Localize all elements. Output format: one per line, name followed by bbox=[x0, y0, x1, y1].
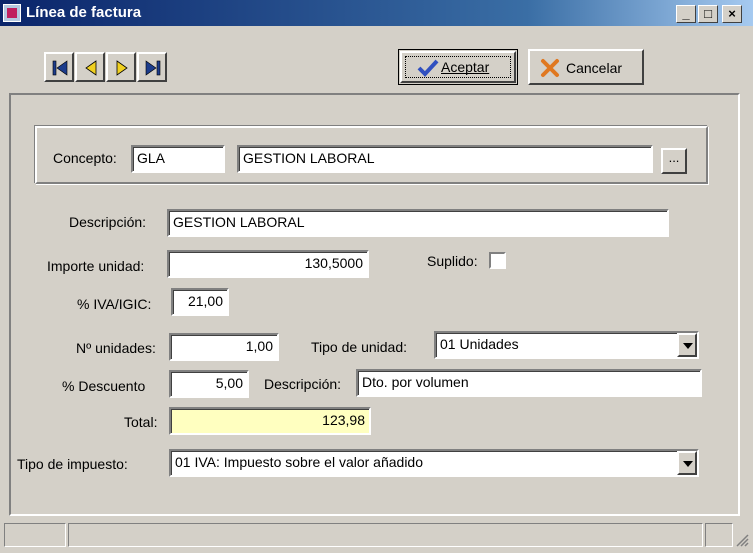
status-cell-1 bbox=[4, 523, 66, 547]
importe-label: Importe unidad: bbox=[47, 258, 145, 274]
app-icon bbox=[3, 4, 21, 22]
cancel-label: Cancelar bbox=[566, 60, 623, 76]
next-record-button[interactable] bbox=[106, 52, 136, 82]
status-cell-2 bbox=[68, 523, 703, 547]
desc-descuento-label: Descripción: bbox=[264, 376, 342, 392]
importe-field[interactable]: 130,5000 bbox=[167, 250, 369, 278]
close-button[interactable]: × bbox=[722, 5, 742, 23]
tipo-unidad-value: 01 Unidades bbox=[440, 336, 519, 352]
tipo-impuesto-select[interactable]: 01 IVA: Impuesto sobre el valor añadido bbox=[169, 449, 699, 477]
last-record-button[interactable] bbox=[137, 52, 167, 82]
first-icon bbox=[52, 60, 68, 76]
tipo-impuesto-dropdown-arrow-icon[interactable] bbox=[677, 451, 697, 475]
status-cell-3 bbox=[705, 523, 733, 547]
tipo-impuesto-value: 01 IVA: Impuesto sobre el valor añadido bbox=[175, 454, 424, 470]
unidades-field[interactable]: 1,00 bbox=[169, 333, 279, 361]
accept-label: Aceptar bbox=[441, 59, 490, 75]
check-icon bbox=[417, 59, 439, 77]
tipo-impuesto-label: Tipo de impuesto: bbox=[17, 456, 128, 472]
previous-icon bbox=[85, 60, 97, 76]
iva-label: % IVA/IGIC: bbox=[77, 296, 152, 312]
previous-record-button[interactable] bbox=[75, 52, 105, 82]
tipo-unidad-dropdown-arrow-icon[interactable] bbox=[677, 333, 697, 357]
resize-grip-icon[interactable] bbox=[735, 533, 749, 547]
concepto-code-field[interactable]: GLA bbox=[131, 145, 225, 173]
suplido-checkbox[interactable] bbox=[489, 252, 506, 269]
descripcion-label: Descripción: bbox=[69, 214, 147, 230]
desc-descuento-field[interactable]: Dto. por volumen bbox=[356, 369, 702, 397]
last-icon bbox=[145, 60, 161, 76]
suplido-label: Suplido: bbox=[427, 253, 478, 269]
descuento-field[interactable]: 5,00 bbox=[169, 370, 249, 398]
concepto-name-field[interactable]: GESTION LABORAL bbox=[237, 145, 653, 173]
tipo-unidad-select[interactable]: 01 Unidades bbox=[434, 331, 699, 359]
descripcion-field[interactable]: GESTION LABORAL bbox=[167, 209, 669, 237]
cancel-icon bbox=[541, 59, 559, 77]
next-icon bbox=[116, 60, 128, 76]
total-field: 123,98 bbox=[169, 407, 371, 435]
total-label: Total: bbox=[124, 414, 158, 430]
descuento-label: % Descuento bbox=[62, 378, 146, 394]
minimize-button[interactable]: _ bbox=[676, 5, 696, 23]
unidades-label: Nº unidades: bbox=[76, 340, 156, 356]
title-bar: Línea de factura _ □ × bbox=[0, 0, 753, 26]
concepto-group: Concepto: GLA GESTION LABORAL ... bbox=[35, 126, 708, 184]
first-record-button[interactable] bbox=[44, 52, 74, 82]
tipo-unidad-label: Tipo de unidad: bbox=[311, 339, 407, 355]
concepto-browse-button[interactable]: ... bbox=[661, 148, 687, 174]
window-title: Línea de factura bbox=[26, 4, 142, 21]
concepto-label: Concepto: bbox=[53, 150, 117, 166]
iva-field[interactable]: 21,00 bbox=[171, 288, 229, 316]
maximize-button[interactable]: □ bbox=[698, 5, 718, 23]
cancel-button[interactable]: Cancelar bbox=[528, 49, 644, 85]
accept-button[interactable]: Aceptar bbox=[398, 49, 518, 85]
